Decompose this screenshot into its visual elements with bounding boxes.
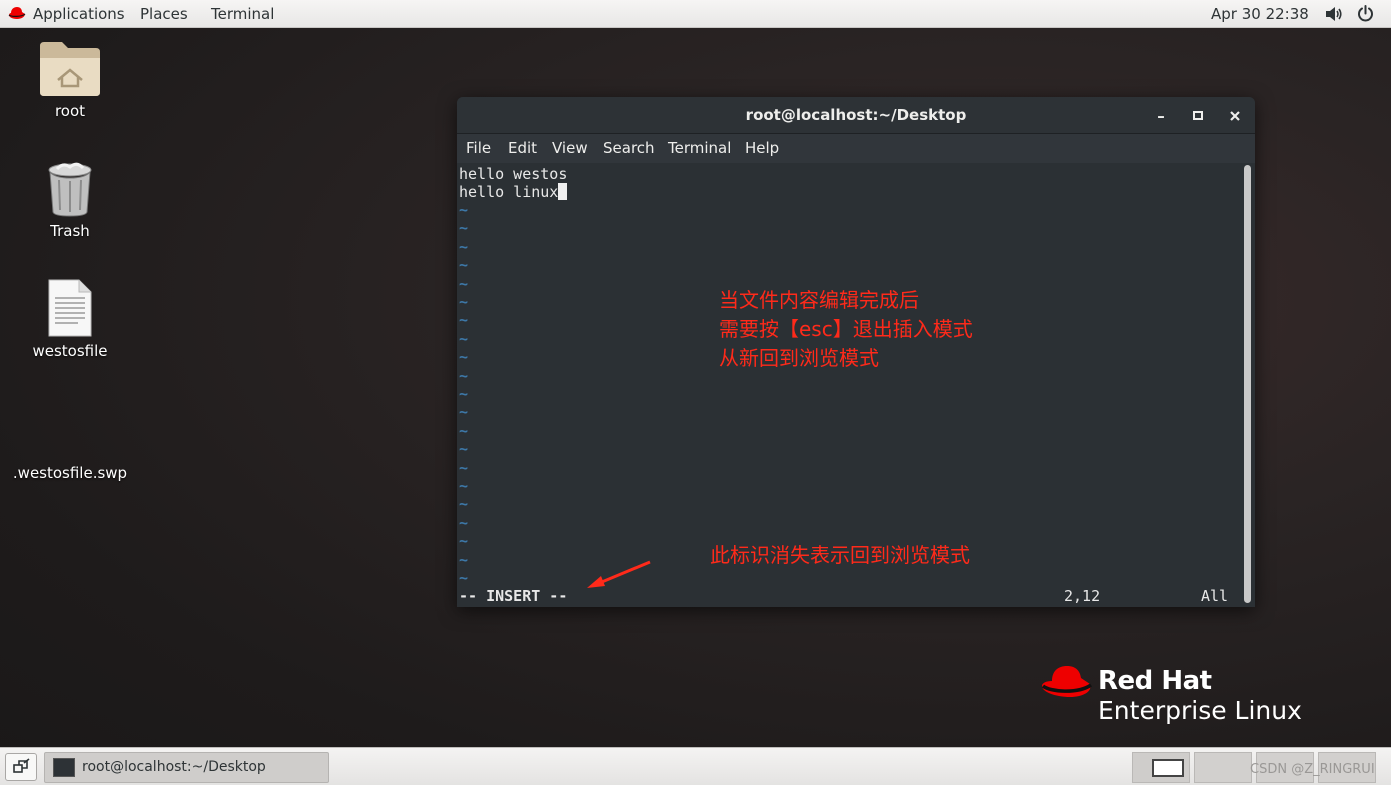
show-desktop-icon [13, 758, 30, 773]
scrollbar[interactable] [1244, 165, 1251, 603]
workspace-2[interactable] [1194, 752, 1252, 783]
power-icon[interactable] [1357, 5, 1374, 22]
annotation-line: 需要按【esc】退出插入模式 [719, 317, 973, 341]
workspace-window-thumb [1152, 759, 1184, 777]
show-desktop-button[interactable] [5, 753, 37, 781]
places-menu[interactable]: Places [140, 5, 188, 23]
annotation-insert-note: 此标识消失表示回到浏览模式 [710, 543, 970, 567]
menu-edit[interactable]: Edit [508, 139, 537, 157]
desktop-icon-westosfile[interactable]: westosfile [0, 278, 140, 360]
tilde-marker: ~ [459, 458, 469, 477]
tilde-marker: ~ [459, 550, 469, 569]
text-cursor [558, 183, 568, 200]
close-button[interactable] [1225, 106, 1245, 126]
annotation-line: 当文件内容编辑完成后 [719, 288, 919, 312]
desktop-icon-label: root [54, 102, 86, 120]
menu-file[interactable]: File [466, 139, 491, 157]
tilde-marker: ~ [459, 513, 469, 532]
trash-icon [48, 162, 92, 217]
tilde-marker: ~ [459, 274, 469, 293]
maximize-icon [1193, 111, 1203, 120]
applications-menu[interactable]: Applications [33, 5, 125, 23]
tilde-marker: ~ [459, 311, 469, 330]
redhat-menu-icon[interactable] [8, 7, 26, 20]
terminal-menubar: File Edit View Search Terminal Help [457, 134, 1255, 163]
desktop-icon-root[interactable]: root [0, 40, 140, 120]
menu-help[interactable]: Help [745, 139, 779, 157]
minimize-button[interactable]: – [1151, 106, 1171, 126]
desktop-icon-label: Trash [50, 222, 90, 240]
desktop-icon-label: .westosfile.swp [12, 464, 128, 482]
tilde-marker: ~ [459, 366, 469, 385]
terminal-icon [53, 758, 75, 777]
tilde-marker: ~ [459, 219, 469, 238]
editor-line-text: hello linux [459, 183, 559, 201]
tilde-marker: ~ [459, 256, 469, 275]
tilde-marker: ~ [459, 421, 469, 440]
window-title: root@localhost:~/Desktop [745, 106, 967, 124]
tilde-marker: ~ [459, 348, 469, 367]
annotation-line: 从新回到浏览模式 [719, 346, 879, 370]
menu-terminal[interactable]: Terminal [668, 139, 731, 157]
tilde-marker: ~ [459, 293, 469, 311]
vim-mode-indicator: -- INSERT -- [459, 587, 568, 605]
tilde-marker: ~ [459, 237, 469, 256]
taskbar-item-terminal[interactable]: root@localhost:~/Desktop [44, 752, 329, 783]
editor-line: hello westos [459, 165, 568, 183]
annotation-arrow-icon [587, 560, 651, 588]
taskbar-item-label: root@localhost:~/Desktop [82, 759, 266, 775]
volume-icon[interactable] [1325, 6, 1343, 22]
tilde-marker: ~ [459, 403, 469, 422]
tilde-marker: ~ [459, 440, 469, 459]
redhat-product-name: Enterprise Linux [1098, 696, 1302, 725]
desktop-icon-trash[interactable]: Trash [0, 160, 140, 240]
cursor-position: 2,12 [1064, 587, 1101, 605]
home-folder-icon [40, 42, 100, 96]
maximize-button[interactable] [1188, 106, 1208, 126]
watermark: CSDN @Z_RINGRUI [1250, 762, 1375, 777]
tilde-marker: ~ [459, 329, 469, 348]
redhat-wordmark: Red Hat [1098, 666, 1212, 696]
tilde-marker: ~ [459, 385, 469, 403]
tilde-marker: ~ [459, 201, 469, 219]
tilde-marker: ~ [459, 477, 469, 495]
workspace-1[interactable] [1132, 752, 1190, 783]
annotation-note: 当文件内容编辑完成后 需要按【esc】退出插入模式 从新回到浏览模式 [719, 286, 973, 373]
scroll-scope: All [1201, 587, 1229, 605]
tilde-marker: ~ [459, 495, 469, 514]
menu-search[interactable]: Search [603, 139, 655, 157]
tilde-marker: ~ [459, 569, 469, 587]
redhat-logo-icon [1041, 666, 1092, 697]
menu-view[interactable]: View [552, 139, 588, 157]
tilde-marker: ~ [459, 532, 469, 551]
bottom-panel: root@localhost:~/Desktop CSDN @Z_RINGRUI [0, 747, 1391, 785]
editor-line-current: hello linux [459, 183, 568, 201]
close-icon [1230, 111, 1240, 121]
terminal-app-menu[interactable]: Terminal [211, 5, 274, 23]
desktop-icon-westosfile-swp[interactable]: .westosfile.swp [0, 460, 140, 482]
desktop-icon-label: westosfile [32, 342, 108, 360]
clock[interactable]: Apr 30 22:38 [1211, 5, 1309, 23]
top-panel: Applications Places Terminal Apr 30 22:3… [0, 0, 1391, 28]
text-file-icon [48, 279, 92, 337]
window-titlebar[interactable]: root@localhost:~/Desktop – [457, 97, 1255, 134]
